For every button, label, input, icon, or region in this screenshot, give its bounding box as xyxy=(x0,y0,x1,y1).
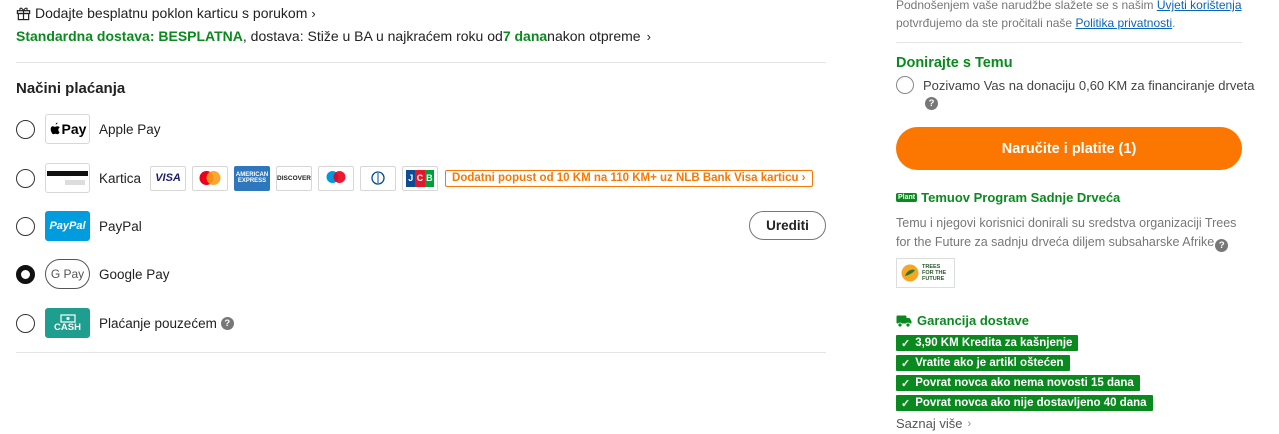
cash-icon: CASH xyxy=(45,308,90,338)
payment-methods-title: Načini plaćanja xyxy=(16,80,126,97)
payment-label-google-pay: Google Pay xyxy=(99,266,170,282)
visa-icon: VISA xyxy=(150,165,187,191)
help-icon[interactable]: ? xyxy=(1215,239,1229,252)
terms-text: Podnošenjem vaše narudžbe slažete se s n… xyxy=(896,0,1242,32)
tree-program-title: Plant Temuov Program Sadnje Drveća xyxy=(896,190,1120,205)
payment-option-google-pay[interactable]: G Pay Google Pay xyxy=(16,258,826,290)
tree-program-label: Temuov Program Sadnje Drveća xyxy=(921,190,1121,205)
payment-option-paypal[interactable]: PayPal PayPal Urediti xyxy=(16,210,826,242)
radio-paypal[interactable] xyxy=(16,216,35,236)
trees-logo-line3: FUTURE xyxy=(922,276,945,282)
donate-title: Donirajte s Temu xyxy=(896,55,1013,71)
tree-program-text: Temu i njegovi korisnici donirali su sre… xyxy=(896,216,1237,249)
tree-program-description: Temu i njegovi korisnici donirali su sre… xyxy=(896,214,1242,252)
cash-logo-text: CASH xyxy=(54,321,81,333)
learn-more-link[interactable]: Saznaj više › xyxy=(896,416,971,431)
radio-card[interactable] xyxy=(16,168,35,188)
check-icon: ✓ xyxy=(901,397,911,410)
shipping-days: 7 dana xyxy=(502,28,548,44)
divider xyxy=(16,352,826,353)
tree-leaf-icon xyxy=(901,264,919,282)
google-pay-icon: G Pay xyxy=(45,259,90,289)
guarantee-text: Vratite ako je artikl oštećen xyxy=(915,357,1064,369)
truck-icon xyxy=(896,315,912,327)
place-order-button[interactable]: Naručite i platite (1) xyxy=(896,127,1242,170)
payment-label-card: Kartica xyxy=(99,170,142,186)
payment-option-card[interactable]: Kartica VISA AMERICAN EXPRESS DISCOVER J… xyxy=(16,162,826,194)
mastercard-icon xyxy=(192,165,229,191)
payment-option-cash[interactable]: CASH Plaćanje pouzećem ? xyxy=(16,307,826,339)
maestro-icon xyxy=(318,165,355,191)
jcb-icon: J C B xyxy=(402,165,439,191)
guarantee-text: 3,90 KM Kredita za kašnjenje xyxy=(915,337,1073,349)
discover-icon: DISCOVER xyxy=(276,165,313,191)
chevron-right-icon: › xyxy=(967,417,972,430)
terms-of-use-link[interactable]: Uvjeti korištenja xyxy=(1157,0,1242,12)
radio-google-pay[interactable] xyxy=(16,264,35,284)
shipping-suffix: nakon otpreme xyxy=(547,28,641,44)
apple-pay-icon: Pay xyxy=(45,114,90,144)
radio-cash[interactable] xyxy=(16,313,35,333)
help-icon[interactable]: ? xyxy=(220,316,234,330)
guarantee-badge: ✓ Povrat novca ako nije dostavljeno 40 da… xyxy=(896,395,1153,411)
chevron-right-icon: › xyxy=(646,28,651,44)
check-icon: ✓ xyxy=(901,357,911,370)
guarantee-text: Povrat novca ako nema novosti 15 dana xyxy=(915,377,1134,389)
shipping-free-label: Standardna dostava: BESPLATNA xyxy=(16,28,243,44)
guarantee-badge: ✓ 3,90 KM Kredita za kašnjenje xyxy=(896,335,1079,351)
card-promo-link[interactable]: Dodatni popust od 10 KM na 110 KM+ uz NL… xyxy=(445,169,813,187)
help-icon[interactable]: ? xyxy=(925,97,938,110)
diners-icon xyxy=(360,165,397,191)
google-pay-logo-text: G Pay xyxy=(50,267,85,281)
amex-icon: AMERICAN EXPRESS xyxy=(234,165,271,191)
check-icon: ✓ xyxy=(901,377,911,390)
radio-apple-pay[interactable] xyxy=(16,119,35,139)
paypal-icon: PayPal xyxy=(45,211,90,241)
terms-line1: Podnošenjem vaše narudžbe slažete se s n… xyxy=(896,0,1157,12)
delivery-guarantee-label: Garancija dostave xyxy=(917,313,1029,328)
gift-icon xyxy=(16,7,31,20)
donate-text: Pozivamo Vas na donaciju 0,60 KM za fina… xyxy=(923,77,1255,93)
shipping-detail: , dostava: Stiže u BA u najkraćem roku o… xyxy=(242,28,503,44)
guarantee-text: Povrat novca ako nije dostavljeno 40 dan… xyxy=(915,397,1147,409)
chevron-right-icon: › xyxy=(311,5,316,21)
radio-donate[interactable] xyxy=(896,76,914,94)
gift-card-label: Dodajte besplatnu poklon karticu s poruk… xyxy=(35,5,308,21)
guarantee-badge: ✓ Povrat novca ako nema novosti 15 dana xyxy=(896,375,1140,391)
payment-option-apple-pay[interactable]: Pay Apple Pay xyxy=(16,113,826,145)
payment-label-paypal: PayPal xyxy=(99,218,142,234)
privacy-policy-link[interactable]: Politika privatnosti xyxy=(1075,16,1172,30)
donate-option[interactable]: Pozivamo Vas na donaciju 0,60 KM za fina… xyxy=(896,76,1254,94)
divider xyxy=(16,62,826,63)
trees-for-the-future-logo: TREES FOR THE FUTURE xyxy=(896,258,955,288)
card-icon xyxy=(45,163,90,193)
delivery-guarantee-title: Garancija dostave xyxy=(896,313,1029,328)
terms-end: . xyxy=(1172,16,1176,30)
payment-label-apple-pay: Apple Pay xyxy=(99,121,161,137)
paypal-edit-button[interactable]: Urediti xyxy=(749,211,826,240)
apple-pay-logo-text: Pay xyxy=(61,121,87,137)
terms-line2: potvrđujemo da ste pročitali naše xyxy=(896,16,1076,30)
check-icon: ✓ xyxy=(901,337,911,350)
gift-card-link[interactable]: Dodajte besplatnu poklon karticu s poruk… xyxy=(16,4,316,22)
card-brand-list: VISA AMERICAN EXPRESS DISCOVER J C B Dod… xyxy=(150,165,813,191)
guarantee-badge: ✓ Vratite ako je artikl oštećen xyxy=(896,355,1070,371)
learn-more-label: Saznaj više xyxy=(896,416,963,431)
plant-icon: Plant xyxy=(896,193,918,202)
shipping-info[interactable]: Standardna dostava: BESPLATNA, dostava: … xyxy=(16,28,651,44)
paypal-logo-text: PayPal xyxy=(49,220,86,232)
payment-label-cash: Plaćanje pouzećem xyxy=(99,315,217,331)
divider xyxy=(896,42,1242,43)
